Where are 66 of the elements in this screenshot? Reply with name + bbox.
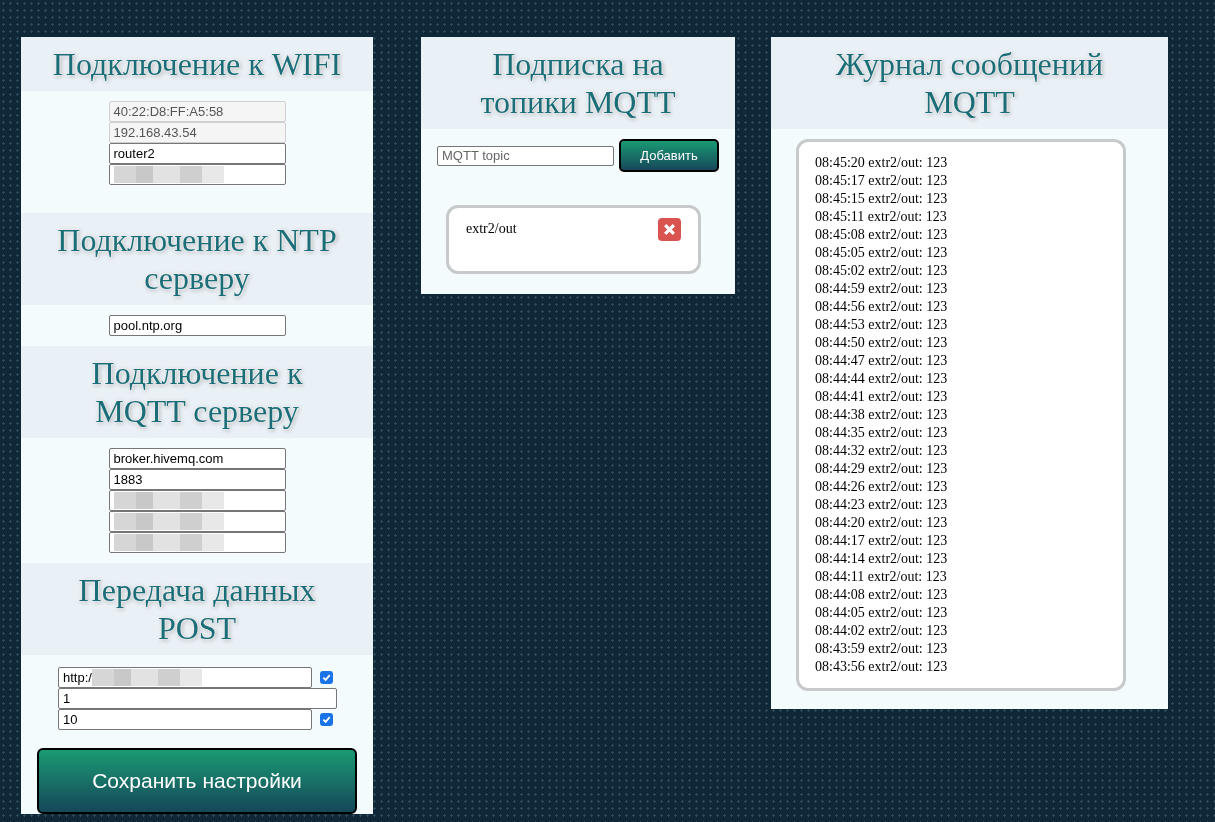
log-entry: 08:44:20 extr2/out: 123 [815,514,949,532]
log-entry: 08:44:47 extr2/out: 123 [815,352,949,370]
log-entry: 08:44:35 extr2/out: 123 [815,424,949,442]
topic-name: extr2/out [466,220,517,238]
section-title: Передача данных POST [77,571,317,647]
section-title: Подключение к MQTT серверу [90,354,304,430]
log-entry: 08:44:41 extr2/out: 123 [815,388,949,406]
input-field[interactable]: broker.hivemq.com [108,448,286,469]
log-entry: 08:45:05 extr2/out: 123 [815,244,949,262]
log-entry: 08:43:59 extr2/out: 123 [815,640,949,658]
input-field[interactable]: pool.ntp.org [108,315,286,336]
input-field[interactable] [108,532,286,553]
input-field[interactable]: http:/ [58,667,312,688]
check-icon [322,673,331,682]
field-value: pool.ntp.org [113,316,183,335]
delete-icon[interactable] [658,218,681,241]
log-entry: 08:45:17 extr2/out: 123 [815,172,949,190]
input-field[interactable]: 192.168.43.54 [108,122,286,143]
field-value: 1883 [113,470,143,489]
section-title: Журнал сообщений MQTT [834,45,1105,121]
log-entry: 08:44:32 extr2/out: 123 [815,442,949,460]
log-entry: 08:44:02 extr2/out: 123 [815,622,949,640]
log-entry: 08:44:08 extr2/out: 123 [815,586,949,604]
log-entry: 08:45:02 extr2/out: 123 [815,262,949,280]
checkbox[interactable] [320,713,333,726]
section-title: Подписка на топики MQTT [479,45,677,121]
input-field[interactable] [108,164,286,185]
input-field[interactable]: 1883 [108,469,286,490]
add-button[interactable]: Добавить [619,139,719,172]
input-field[interactable]: 1 [58,688,337,709]
input-field[interactable] [108,490,286,511]
log-entry: 08:44:11 extr2/out: 123 [815,568,948,586]
log-entry: 08:44:05 extr2/out: 123 [815,604,949,622]
input-field[interactable]: 10 [58,709,312,730]
log-entry: 08:44:29 extr2/out: 123 [815,460,949,478]
check-icon [322,715,331,724]
log-entry: 08:44:14 extr2/out: 123 [815,550,949,568]
log-entry: 08:44:26 extr2/out: 123 [815,478,949,496]
input-field[interactable]: router2 [108,143,286,164]
log-entry: 08:44:44 extr2/out: 123 [815,370,949,388]
log-entry: 08:44:17 extr2/out: 123 [815,532,949,550]
section-title: Подключение к WIFI [52,45,342,83]
log-entry: 08:44:59 extr2/out: 123 [815,280,949,298]
log-entry: 08:45:15 extr2/out: 123 [815,190,949,208]
field-value: 1 [63,689,71,708]
log-entry: 08:45:20 extr2/out: 123 [815,154,949,172]
log-entry: 08:43:56 extr2/out: 123 [815,658,949,676]
log-entry: 08:44:23 extr2/out: 123 [815,496,949,514]
section-title: Подключение к NTP серверу [56,221,338,297]
log-entry: 08:44:56 extr2/out: 123 [815,298,949,316]
log-entry: 08:44:50 extr2/out: 123 [815,334,949,352]
field-value: 192.168.43.54 [113,123,197,142]
field-value: broker.hivemq.com [113,449,224,468]
input-field[interactable]: 40:22:D8:FF:A5:58 [108,101,286,122]
field-value: 40:22:D8:FF:A5:58 [113,102,224,121]
log-entry: 08:44:53 extr2/out: 123 [815,316,949,334]
field-value: 10 [63,710,78,729]
topic-field[interactable]: MQTT topic [437,145,614,166]
log-entry: 08:45:08 extr2/out: 123 [815,226,949,244]
save-button[interactable]: Сохранить настройки [37,748,357,814]
input-field[interactable] [108,511,286,532]
checkbox[interactable] [320,671,333,684]
log-entry: 08:44:38 extr2/out: 123 [815,406,949,424]
field-value: router2 [113,144,155,163]
log-entry: 08:45:11 extr2/out: 123 [815,208,948,226]
field-value: http:/ [63,668,92,687]
